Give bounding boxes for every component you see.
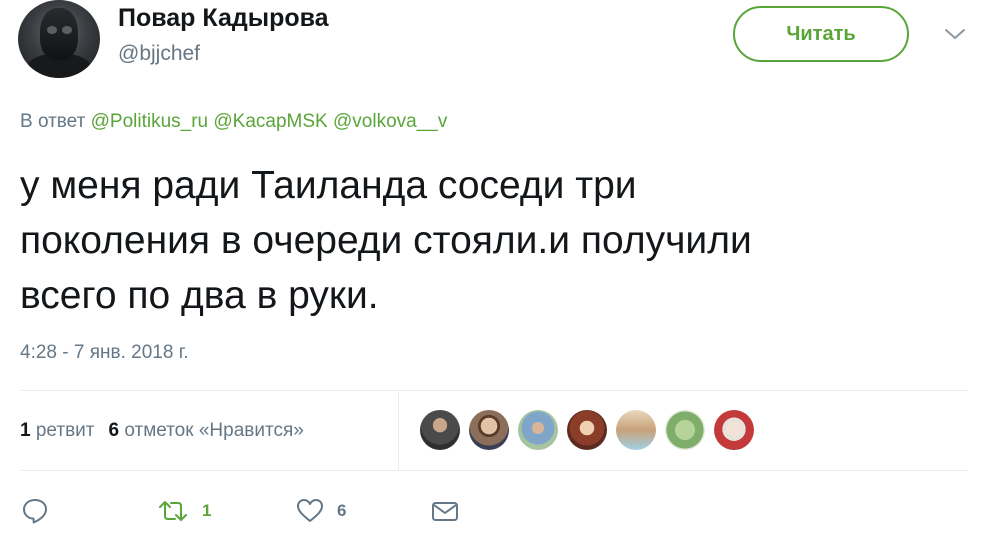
reply-button[interactable] (20, 494, 50, 528)
avatar-eye-right (62, 26, 72, 34)
reply-mention[interactable]: @Politikus_ru (91, 111, 209, 132)
tweet-text-line: поколения в очереди стояли.и получили (20, 219, 752, 262)
like-count: 6 (337, 501, 347, 520)
retweet-button[interactable]: 1 (156, 494, 211, 528)
liker-avatar[interactable] (714, 410, 754, 450)
retweet-icon (156, 496, 190, 526)
reply-icon (20, 496, 50, 526)
liker-avatar[interactable] (469, 410, 509, 450)
tweet-text-line: у меня ради Таиланда соседи три (20, 164, 637, 207)
retweets-label: ретвит (35, 420, 95, 441)
tweet-timestamp[interactable]: 4:28 - 7 янв. 2018 г. (20, 342, 189, 364)
likes-label: отметок «Нравится» (124, 420, 304, 441)
liker-avatar[interactable] (420, 410, 460, 450)
reply-mention[interactable]: @KacapMSK (213, 111, 327, 132)
avatar[interactable] (18, 0, 100, 78)
liker-avatar[interactable] (567, 410, 607, 450)
retweets-stat[interactable]: 1 ретвит (20, 420, 94, 441)
likers-list (420, 410, 763, 452)
direct-message-button[interactable] (430, 494, 460, 528)
heart-icon (295, 496, 325, 526)
retweet-count: 1 (202, 501, 212, 520)
follow-button[interactable]: Читать (733, 6, 909, 62)
liker-avatar[interactable] (616, 410, 656, 450)
likes-count: 6 (108, 420, 120, 441)
reply-prefix: В ответ (20, 111, 86, 132)
divider (20, 390, 968, 391)
reply-context: В ответ @Politikus_ru @KacapMSK @volkova… (20, 111, 447, 133)
divider (20, 470, 968, 471)
liker-avatar[interactable] (518, 410, 558, 450)
chevron-down-icon[interactable] (944, 26, 966, 42)
retweets-count: 1 (20, 420, 31, 441)
tweet-text-line: всего по два в руки. (20, 274, 379, 317)
tweet-stats: 1 ретвит 6 отметок «Нравится» (20, 420, 304, 442)
liker-avatar[interactable] (665, 410, 705, 450)
avatar-eye-left (47, 26, 57, 34)
author-display-name[interactable]: Повар Кадырова (118, 4, 329, 33)
stats-divider (398, 392, 399, 470)
author-handle[interactable]: @bjjchef (118, 42, 200, 66)
tweet-text: у меня ради Таиланда соседи три поколени… (20, 158, 950, 323)
reply-mention[interactable]: @volkova__v (333, 111, 447, 132)
avatar-mask (40, 8, 78, 60)
envelope-icon (430, 496, 460, 526)
likes-stat[interactable]: 6 отметок «Нравится» (108, 420, 303, 441)
like-button[interactable]: 6 (295, 494, 346, 528)
